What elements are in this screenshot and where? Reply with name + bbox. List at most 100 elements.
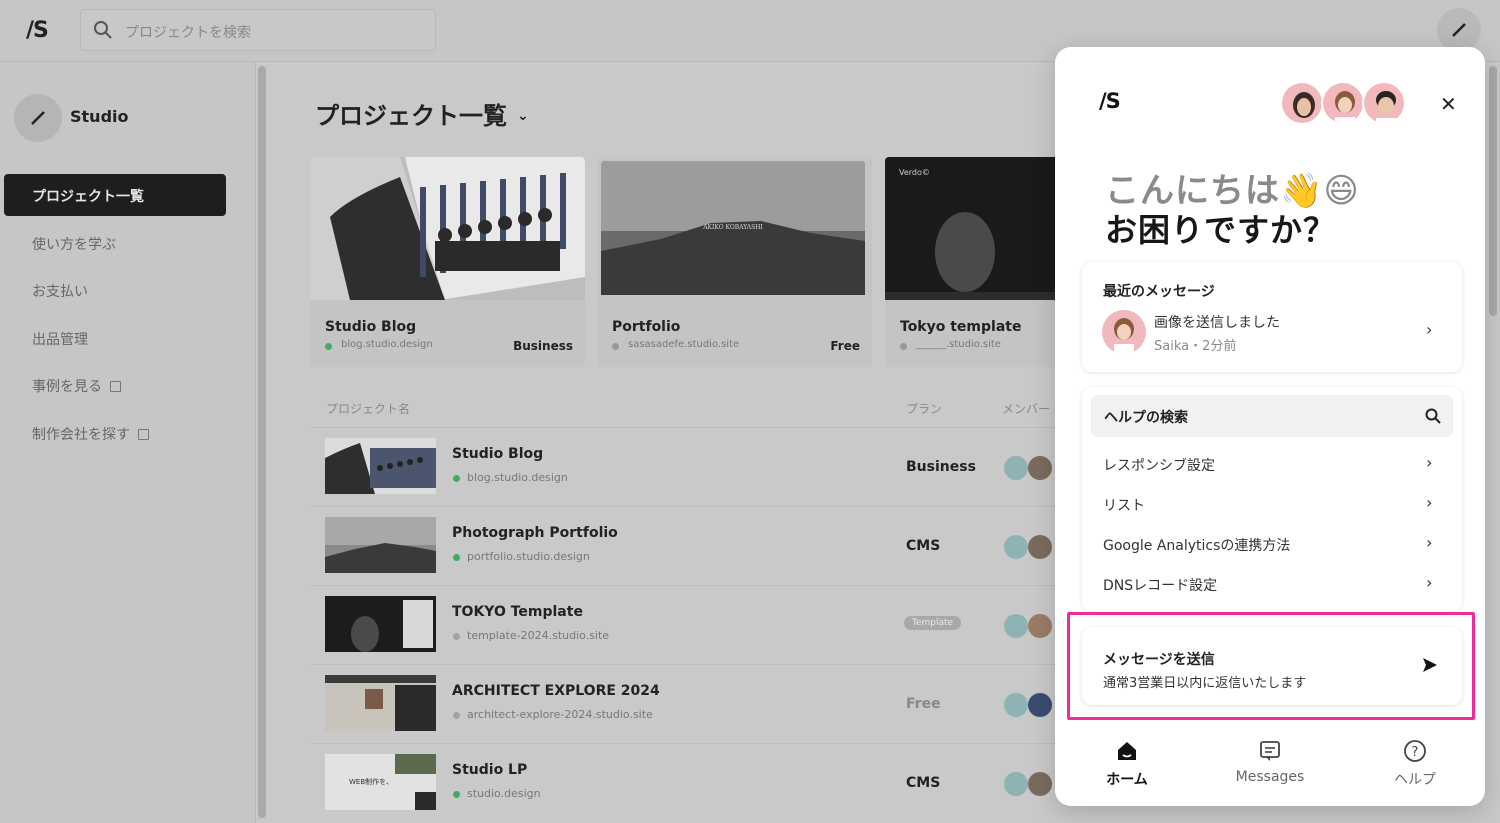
sidebar-scrollbar[interactable] (258, 66, 266, 818)
svg-text:AKIKO KOBAYASHI: AKIKO KOBAYASHI (702, 224, 763, 231)
sidebar-item-showcase[interactable]: 事例を見る (4, 364, 226, 406)
sidebar-item-label: 制作会社を探す (32, 427, 130, 443)
plan-label: Business (906, 459, 976, 475)
project-name: Tokyo template (900, 319, 1022, 335)
table-row[interactable]: Photograph Portfolio portfolio.studio.de… (310, 506, 1060, 585)
page-title-text: プロジェクト一覧 (315, 102, 507, 130)
search-placeholder: プロジェクトを検索 (125, 25, 251, 41)
home-icon (1118, 742, 1136, 760)
plan-label: Free (830, 339, 860, 353)
workspace-name[interactable]: Studio (70, 107, 129, 126)
tab-home[interactable]: ホーム (1067, 739, 1187, 789)
message-icon (1260, 741, 1280, 761)
project-url: blog.studio.design (341, 339, 433, 350)
member-avatar (1028, 614, 1052, 638)
status-dot (612, 343, 619, 350)
help-article-link[interactable]: リスト (1103, 495, 1145, 515)
project-thumbnail (325, 517, 436, 573)
project-url: sasasadefe.studio.site (628, 339, 740, 350)
help-article-link[interactable]: DNSレコード設定 (1103, 575, 1217, 595)
project-card[interactable]: AKIKO KOBAYASHI Portfolio sasasadefe.stu… (597, 157, 872, 367)
project-search-input[interactable]: プロジェクトを検索 (80, 9, 436, 51)
column-header-name[interactable]: プロジェクト名 (326, 400, 410, 417)
chevron-down-icon: ⌄ (517, 108, 529, 124)
project-name: ARCHITECT EXPLORE 2024 (452, 683, 660, 699)
member-avatar (1004, 456, 1028, 480)
table-row[interactable]: ARCHITECT EXPLORE 2024 architect-explore… (310, 664, 1060, 743)
help-article-link[interactable]: レスポンシブ設定 (1103, 455, 1215, 475)
help-widget: /S ✕ こんにちは👋😄 お困りですか？ 最近のメッセージ 画像を送信しました … (1055, 47, 1485, 806)
project-name: TOKYO Template (452, 604, 583, 620)
help-article-link[interactable]: Google Analyticsの連携方法 (1103, 535, 1290, 555)
team-avatar (1280, 81, 1324, 125)
team-avatar (1321, 81, 1365, 125)
chevron-right-icon: › (1426, 320, 1433, 339)
project-thumbnail: WEB制作を、 (325, 754, 436, 810)
member-avatar (1004, 614, 1028, 638)
send-message-button[interactable]: メッセージを送信 通常3営業日以内に返信いたします (1082, 627, 1462, 705)
project-thumbnail (325, 675, 436, 731)
team-avatar (1362, 81, 1406, 125)
member-avatar (1004, 772, 1028, 796)
avatar (1102, 310, 1146, 354)
help-search-input[interactable]: ヘルプの検索 (1091, 395, 1453, 437)
recent-message-title: 最近のメッセージ (1103, 284, 1215, 300)
plan-label: Free (906, 696, 941, 712)
widget-tab-bar: ホーム Messages ? ヘルプ (1055, 731, 1485, 806)
recent-message-card[interactable]: 最近のメッセージ 画像を送信しました Saika・2分前 › (1082, 262, 1462, 372)
edit-button[interactable] (1437, 8, 1481, 52)
help-article-label: リスト (1103, 498, 1145, 514)
project-card[interactable]: Verdo© Tokyo template ______.studio.site (885, 157, 1060, 367)
studio-logo[interactable]: /S (26, 18, 49, 43)
sidebar-item-label: プロジェクト一覧 (32, 189, 144, 205)
project-name: Photograph Portfolio (452, 525, 618, 541)
table-row[interactable]: Studio Blog blog.studio.design Business (310, 427, 1060, 506)
table-row[interactable]: WEB制作を、 Studio LP studio.design CMS (310, 743, 1060, 822)
status-dot (453, 475, 460, 482)
sidebar-item-projects[interactable]: プロジェクト一覧 (4, 174, 226, 216)
member-avatar (1004, 693, 1028, 717)
widget-logo: /S (1099, 89, 1121, 113)
sidebar-item-label: 出品管理 (32, 332, 88, 348)
send-arrow-icon (1423, 658, 1437, 672)
table-row[interactable]: TOKYO Template template-2024.studio.site… (310, 585, 1060, 664)
close-icon[interactable]: ✕ (1440, 92, 1457, 116)
help-article-label: DNSレコード設定 (1103, 578, 1218, 594)
page-title[interactable]: プロジェクト一覧 ⌄ (315, 96, 529, 131)
project-name: Studio LP (452, 762, 528, 778)
plan-label: Business (513, 339, 573, 353)
search-icon (1425, 408, 1441, 424)
project-url: ______.studio.site (916, 339, 1001, 350)
sidebar-item-listing[interactable]: 出品管理 (4, 317, 226, 359)
sidebar-item-billing[interactable]: お支払い (4, 269, 226, 311)
sidebar-item-label: 事例を見る (32, 379, 102, 395)
status-dot (453, 554, 460, 561)
member-avatar (1004, 535, 1028, 559)
sidebar: Studio プロジェクト一覧 使い方を学ぶ お支払い 出品管理 事例を見る 制… (0, 62, 256, 823)
page-scrollbar[interactable] (1489, 66, 1497, 316)
sidebar-item-agencies[interactable]: 制作会社を探す (4, 412, 226, 454)
chevron-right-icon: › (1426, 533, 1433, 552)
project-url: studio.design (467, 787, 541, 800)
tab-messages[interactable]: Messages (1210, 739, 1330, 785)
project-url: template-2024.studio.site (467, 629, 610, 642)
chevron-right-icon: › (1426, 493, 1433, 512)
column-header-plan[interactable]: プラン (906, 400, 942, 417)
greeting-line-2: お困りですか？ (1105, 211, 1337, 249)
svg-text:WEB制作を、: WEB制作を、 (349, 777, 393, 786)
tab-label: Messages (1235, 769, 1305, 785)
svg-text:?: ? (1412, 745, 1419, 760)
workspace-avatar[interactable] (14, 94, 62, 142)
tab-help[interactable]: ? ヘルプ (1355, 739, 1475, 789)
column-header-members[interactable]: メンバー (1002, 400, 1050, 417)
help-search-label: ヘルプの検索 (1104, 410, 1188, 426)
project-card[interactable]: Studio Blog blog.studio.design Business (310, 157, 585, 367)
pencil-icon (31, 111, 45, 125)
status-dot (900, 343, 907, 350)
project-url: architect-explore-2024.studio.site (467, 708, 653, 721)
member-avatar (1028, 456, 1052, 480)
sidebar-item-label: お支払い (32, 284, 88, 300)
status-dot (453, 633, 460, 640)
sidebar-item-learn[interactable]: 使い方を学ぶ (4, 222, 226, 264)
tab-label: ホーム (1106, 772, 1148, 788)
